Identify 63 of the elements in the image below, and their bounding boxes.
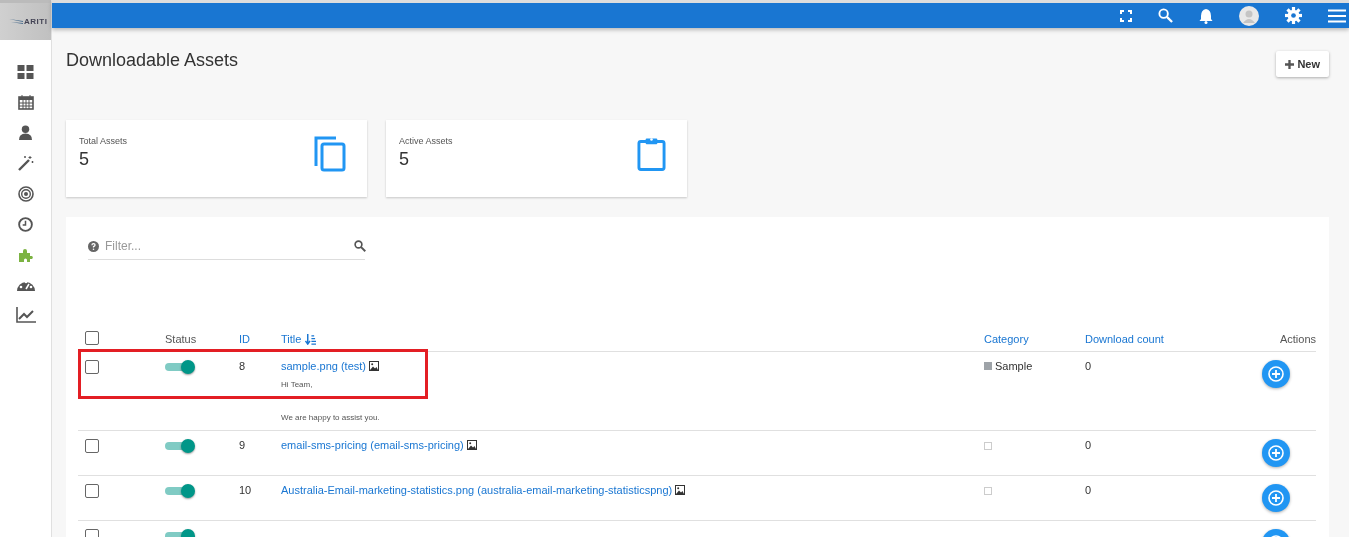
search-icon[interactable] xyxy=(1158,8,1173,23)
empty-category-swatch xyxy=(984,487,992,495)
status-toggle[interactable] xyxy=(165,363,193,371)
asset-title-link[interactable]: sample.png (test) xyxy=(281,360,366,372)
actions-button[interactable] xyxy=(1262,484,1290,512)
asset-title-link[interactable]: Australia-Email-marketing-statistics.png (australia-email-marketing-statisticspng) xyxy=(281,484,673,496)
copy-icon xyxy=(314,136,346,172)
image-icon xyxy=(675,485,686,495)
row-checkbox[interactable] xyxy=(85,439,99,453)
column-header[interactable]: Download count xyxy=(1085,333,1246,345)
asset-description: We are happy to assist you. xyxy=(281,413,381,422)
fullscreen-icon[interactable] xyxy=(1120,9,1132,22)
asset-description: Hi Team, xyxy=(281,380,314,389)
logo-mark-icon xyxy=(9,18,23,25)
target-icon[interactable] xyxy=(17,186,34,202)
asset-title-link[interactable]: email-sms-pricing (email-sms-pricing) xyxy=(281,439,464,451)
column-header[interactable]: ID xyxy=(239,333,281,345)
download-count: 0 xyxy=(1085,360,1093,372)
plus-circle-icon xyxy=(1268,445,1284,461)
menu-icon[interactable] xyxy=(1328,8,1346,23)
line-chart-icon[interactable] xyxy=(15,307,36,323)
dashboard-icon[interactable] xyxy=(17,65,34,79)
bell-icon[interactable] xyxy=(1199,7,1213,24)
search-icon[interactable] xyxy=(354,240,366,252)
id-cell-text: 8 xyxy=(239,360,247,372)
stat-label: Active Assets xyxy=(399,136,453,146)
sort-icon xyxy=(305,333,317,345)
actions-button[interactable] xyxy=(1262,360,1290,388)
id-cell-text: 10 xyxy=(239,484,253,496)
download-count: 0 xyxy=(1085,439,1093,451)
download-count: 0 xyxy=(1085,484,1093,496)
column-header[interactable]: Title xyxy=(281,333,984,345)
page-title: Downloadable Assets xyxy=(66,50,239,71)
settings-icon[interactable] xyxy=(1285,7,1302,24)
empty-category-swatch xyxy=(984,442,992,450)
image-icon xyxy=(369,361,379,371)
stat-value: 5 xyxy=(79,149,90,170)
stat-value: 5 xyxy=(399,149,410,170)
id-cell-text: 9 xyxy=(239,439,247,451)
status-toggle[interactable] xyxy=(165,442,193,450)
row-checkbox[interactable] xyxy=(85,484,99,498)
plus-icon xyxy=(1285,59,1295,69)
image-icon xyxy=(466,440,477,450)
select-all-checkbox[interactable] xyxy=(85,331,99,345)
row-checkbox[interactable] xyxy=(85,360,99,374)
logo-text: ARITI xyxy=(24,17,48,26)
person-icon[interactable] xyxy=(19,125,32,140)
clipboard-icon xyxy=(637,136,666,172)
status-toggle[interactable] xyxy=(165,487,193,495)
plus-circle-icon xyxy=(1268,366,1284,382)
category-name: Sample xyxy=(995,360,1033,372)
stat-label: Total Assets xyxy=(79,136,128,146)
magic-wand-icon[interactable] xyxy=(17,155,34,171)
new-button[interactable]: New xyxy=(1276,51,1329,77)
avatar-icon[interactable] xyxy=(1239,5,1259,26)
clock-icon[interactable] xyxy=(18,217,33,232)
plus-circle-icon xyxy=(1268,490,1284,506)
column-header: Actions xyxy=(1278,333,1316,345)
help-icon[interactable] xyxy=(88,240,99,252)
column-header[interactable]: Category xyxy=(984,333,1085,345)
column-header: Status xyxy=(165,333,198,345)
calendar-icon[interactable] xyxy=(17,94,34,110)
actions-button[interactable] xyxy=(1262,439,1290,467)
